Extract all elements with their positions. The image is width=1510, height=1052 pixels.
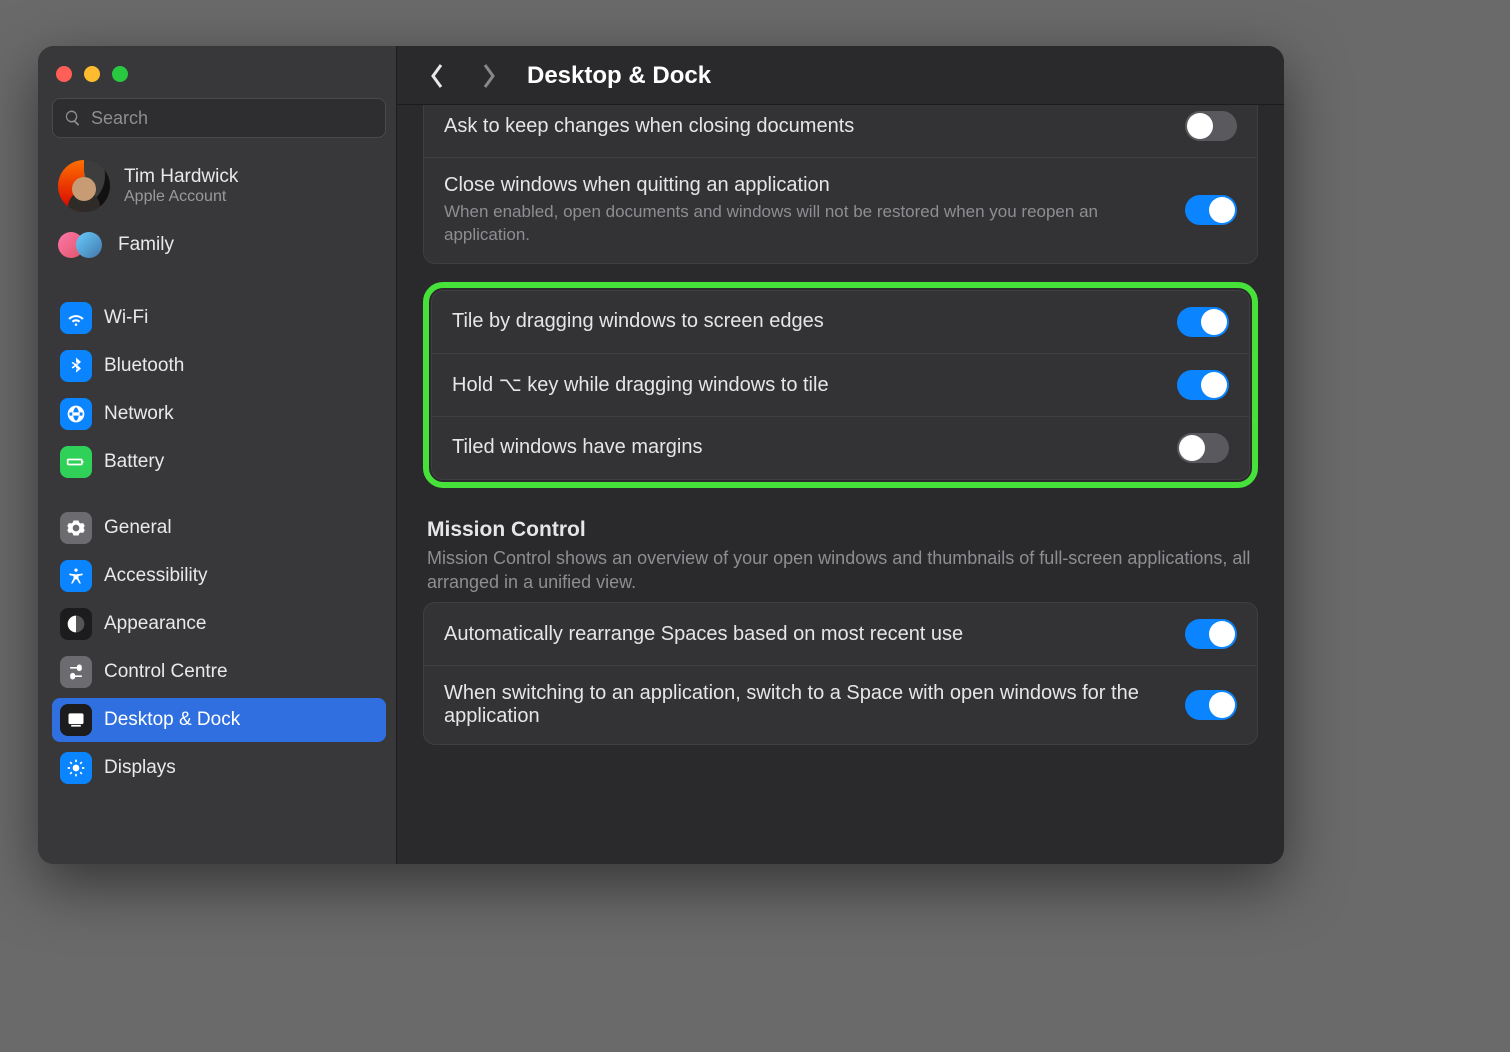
control-centre-icon <box>60 656 92 688</box>
minimize-window-button[interactable] <box>84 66 100 82</box>
setting-label: Tile by dragging windows to screen edges <box>452 310 1161 333</box>
settings-group-windows: Ask to keep changes when closing documen… <box>423 105 1258 264</box>
sidebar-item-wifi[interactable]: Wi-Fi <box>52 296 386 340</box>
setting-row-tile-margins: Tiled windows have margins <box>432 416 1249 479</box>
system-settings-window: Tim Hardwick Apple Account Family Wi-Fi … <box>38 46 1284 864</box>
section-header-mission-control: Mission Control Mission Control shows an… <box>427 518 1254 595</box>
setting-row-switch-space: When switching to an application, switch… <box>424 665 1257 744</box>
account-text: Tim Hardwick Apple Account <box>124 166 238 206</box>
sidebar-item-label: Wi-Fi <box>104 307 148 329</box>
network-icon <box>60 398 92 430</box>
sidebar: Tim Hardwick Apple Account Family Wi-Fi … <box>38 46 397 864</box>
sidebar-item-network[interactable]: Network <box>52 392 386 436</box>
sidebar-item-accessibility[interactable]: Accessibility <box>52 554 386 598</box>
wifi-icon <box>60 302 92 334</box>
search-field-wrap <box>52 98 386 138</box>
toggle-ask-keep-changes[interactable] <box>1185 111 1237 141</box>
user-avatar <box>58 160 110 212</box>
sidebar-item-label: Control Centre <box>104 661 228 683</box>
sidebar-item-appearance[interactable]: Appearance <box>52 602 386 646</box>
toggle-tile-option[interactable] <box>1177 370 1229 400</box>
forward-button[interactable] <box>475 62 503 90</box>
battery-icon <box>60 446 92 478</box>
setting-row-ask-keep-changes: Ask to keep changes when closing documen… <box>424 105 1257 157</box>
section-title: Mission Control <box>427 518 1254 542</box>
family-row[interactable]: Family <box>52 220 386 276</box>
highlight-annotation: Tile by dragging windows to screen edges… <box>423 282 1258 488</box>
sidebar-item-label: Battery <box>104 451 164 473</box>
accessibility-icon <box>60 560 92 592</box>
settings-group-tiling: Tile by dragging windows to screen edges… <box>431 290 1250 480</box>
displays-icon <box>60 752 92 784</box>
toggle-tile-margins[interactable] <box>1177 433 1229 463</box>
page-title: Desktop & Dock <box>527 62 711 90</box>
gear-icon <box>60 512 92 544</box>
sidebar-item-control-centre[interactable]: Control Centre <box>52 650 386 694</box>
sidebar-item-battery[interactable]: Battery <box>52 440 386 484</box>
sidebar-item-label: Appearance <box>104 613 206 635</box>
sidebar-item-label: Desktop & Dock <box>104 709 240 731</box>
toggle-close-on-quit[interactable] <box>1185 195 1237 225</box>
setting-label: Close windows when quitting an applicati… <box>444 174 1169 197</box>
setting-label: When switching to an application, switch… <box>444 682 1169 728</box>
setting-row-tile-option: Hold ⌥ key while dragging windows to til… <box>432 353 1249 416</box>
section-description: Mission Control shows an overview of you… <box>427 546 1254 595</box>
sidebar-item-desktop-dock[interactable]: Desktop & Dock <box>52 698 386 742</box>
account-subtitle: Apple Account <box>124 188 238 206</box>
apple-account-row[interactable]: Tim Hardwick Apple Account <box>52 152 386 220</box>
setting-label: Ask to keep changes when closing documen… <box>444 115 1169 138</box>
sidebar-item-general[interactable]: General <box>52 506 386 550</box>
settings-group-mission-control: Automatically rearrange Spaces based on … <box>423 602 1258 745</box>
sidebar-item-label: Accessibility <box>104 565 207 587</box>
search-input[interactable] <box>52 98 386 138</box>
setting-label: Tiled windows have margins <box>452 436 1161 459</box>
main-panel: Desktop & Dock Ask to keep changes when … <box>397 46 1284 864</box>
sidebar-item-bluetooth[interactable]: Bluetooth <box>52 344 386 388</box>
close-window-button[interactable] <box>56 66 72 82</box>
desktop-dock-icon <box>60 704 92 736</box>
toggle-tile-edges[interactable] <box>1177 307 1229 337</box>
sidebar-item-displays[interactable]: Displays <box>52 746 386 790</box>
main-header: Desktop & Dock <box>397 46 1284 105</box>
appearance-icon <box>60 608 92 640</box>
toggle-switch-space[interactable] <box>1185 690 1237 720</box>
toggle-auto-rearrange[interactable] <box>1185 619 1237 649</box>
content-scroll[interactable]: Ask to keep changes when closing documen… <box>397 105 1284 864</box>
bluetooth-icon <box>60 350 92 382</box>
sidebar-item-label: Bluetooth <box>104 355 184 377</box>
setting-row-close-on-quit: Close windows when quitting an applicati… <box>424 157 1257 263</box>
back-button[interactable] <box>423 62 451 90</box>
setting-row-auto-rearrange: Automatically rearrange Spaces based on … <box>424 603 1257 665</box>
setting-description: When enabled, open documents and windows… <box>444 201 1169 247</box>
search-icon <box>64 109 82 127</box>
sidebar-item-label: General <box>104 517 172 539</box>
window-controls <box>52 60 386 98</box>
sidebar-item-label: Network <box>104 403 174 425</box>
setting-label: Automatically rearrange Spaces based on … <box>444 623 1169 646</box>
account-name: Tim Hardwick <box>124 166 238 188</box>
sidebar-item-label: Displays <box>104 757 176 779</box>
family-avatar <box>58 228 104 262</box>
setting-label: Hold ⌥ key while dragging windows to til… <box>452 372 1161 397</box>
zoom-window-button[interactable] <box>112 66 128 82</box>
family-label: Family <box>118 234 174 256</box>
setting-row-tile-edges: Tile by dragging windows to screen edges <box>432 291 1249 353</box>
